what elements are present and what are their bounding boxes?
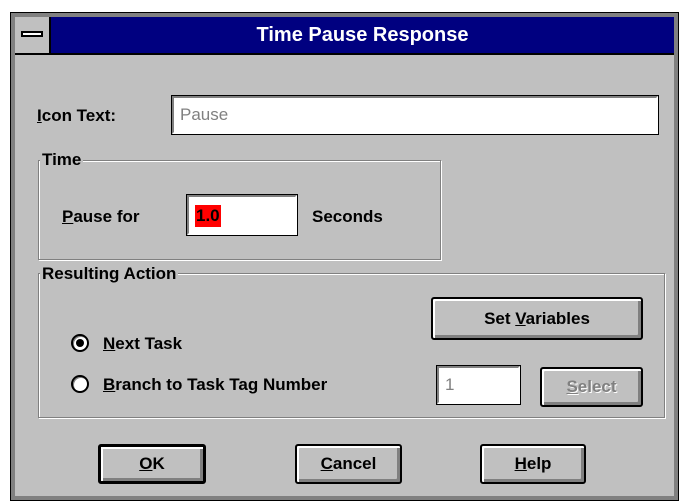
pause-for-label: Pause for [62,207,140,226]
icon-text-label: Icon Text: [37,106,117,125]
resulting-action-group-title: Resulting Action [40,264,179,284]
cancel-button[interactable]: Cancel [295,444,402,484]
help-button[interactable]: Help [480,444,586,484]
window-title: Time Pause Response [256,24,469,46]
branch-radio[interactable] [71,375,89,393]
title-bar: Time Pause Response [15,17,674,55]
next-task-radio[interactable] [71,334,89,352]
time-pause-response-dialog: Time Pause Response Icon Text: Pause Tim… [10,12,679,501]
system-menu-button[interactable] [15,17,51,53]
set-variables-button[interactable]: Set Variables [431,297,643,340]
select-button[interactable]: Select [540,367,643,407]
next-task-label[interactable]: Next Task [103,334,182,354]
seconds-label: Seconds [312,207,383,226]
time-group-title: Time [40,150,84,170]
branch-label[interactable]: Branch to Task Tag Number [103,375,327,395]
ok-button[interactable]: OK [98,444,206,484]
pause-seconds-input[interactable]: 1.0 [186,194,298,236]
icon-text-input[interactable]: Pause [171,95,659,135]
task-tag-number-input[interactable]: 1 [436,365,521,405]
pause-seconds-value: 1.0 [195,205,221,227]
system-menu-icon [21,31,43,37]
radio-selected-dot [76,339,84,347]
